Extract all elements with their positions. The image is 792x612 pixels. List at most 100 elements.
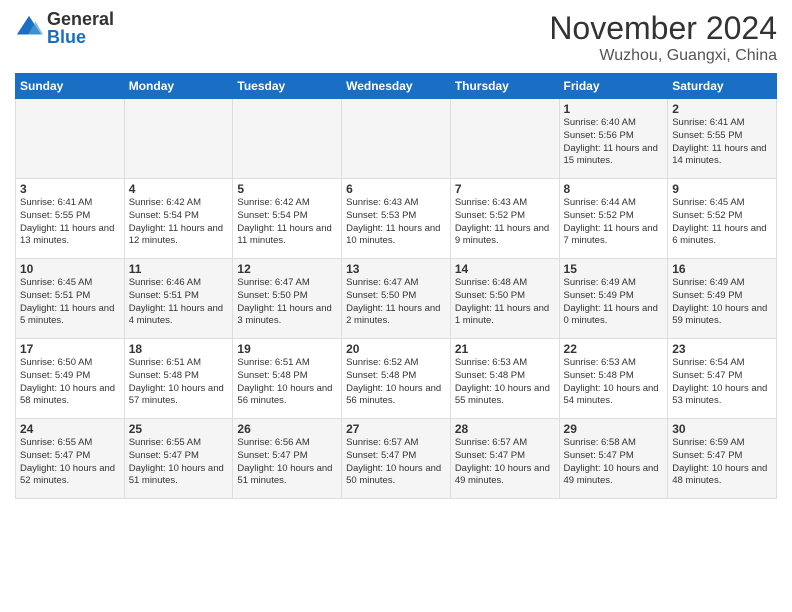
day-number: 26 <box>237 422 337 436</box>
week-row-1: 1Sunrise: 6:40 AM Sunset: 5:56 PM Daylig… <box>16 99 777 179</box>
calendar-cell: 27Sunrise: 6:57 AM Sunset: 5:47 PM Dayli… <box>342 419 451 499</box>
day-info: Sunrise: 6:41 AM Sunset: 5:55 PM Dayligh… <box>672 117 772 168</box>
day-info: Sunrise: 6:49 AM Sunset: 5:49 PM Dayligh… <box>672 277 772 328</box>
day-info: Sunrise: 6:50 AM Sunset: 5:49 PM Dayligh… <box>20 357 120 408</box>
calendar-cell: 20Sunrise: 6:52 AM Sunset: 5:48 PM Dayli… <box>342 339 451 419</box>
day-header-friday: Friday <box>559 74 668 99</box>
day-info: Sunrise: 6:59 AM Sunset: 5:47 PM Dayligh… <box>672 437 772 488</box>
day-info: Sunrise: 6:42 AM Sunset: 5:54 PM Dayligh… <box>129 197 229 248</box>
calendar-cell: 8Sunrise: 6:44 AM Sunset: 5:52 PM Daylig… <box>559 179 668 259</box>
day-number: 4 <box>129 182 229 196</box>
week-row-5: 24Sunrise: 6:55 AM Sunset: 5:47 PM Dayli… <box>16 419 777 499</box>
day-info: Sunrise: 6:47 AM Sunset: 5:50 PM Dayligh… <box>237 277 337 328</box>
calendar-cell: 25Sunrise: 6:55 AM Sunset: 5:47 PM Dayli… <box>124 419 233 499</box>
day-info: Sunrise: 6:55 AM Sunset: 5:47 PM Dayligh… <box>20 437 120 488</box>
day-number: 15 <box>564 262 664 276</box>
calendar-cell: 30Sunrise: 6:59 AM Sunset: 5:47 PM Dayli… <box>668 419 777 499</box>
calendar-cell: 13Sunrise: 6:47 AM Sunset: 5:50 PM Dayli… <box>342 259 451 339</box>
calendar-cell: 9Sunrise: 6:45 AM Sunset: 5:52 PM Daylig… <box>668 179 777 259</box>
title-block: November 2024 Wuzhou, Guangxi, China <box>549 10 777 65</box>
calendar-cell <box>450 99 559 179</box>
day-number: 24 <box>20 422 120 436</box>
day-number: 30 <box>672 422 772 436</box>
calendar-cell: 15Sunrise: 6:49 AM Sunset: 5:49 PM Dayli… <box>559 259 668 339</box>
day-info: Sunrise: 6:56 AM Sunset: 5:47 PM Dayligh… <box>237 437 337 488</box>
day-number: 14 <box>455 262 555 276</box>
calendar-cell: 29Sunrise: 6:58 AM Sunset: 5:47 PM Dayli… <box>559 419 668 499</box>
calendar-cell: 22Sunrise: 6:53 AM Sunset: 5:48 PM Dayli… <box>559 339 668 419</box>
logo-text: General Blue <box>47 10 114 46</box>
logo: General Blue <box>15 10 114 46</box>
day-info: Sunrise: 6:57 AM Sunset: 5:47 PM Dayligh… <box>346 437 446 488</box>
header: General Blue November 2024 Wuzhou, Guang… <box>15 10 777 65</box>
calendar-cell: 5Sunrise: 6:42 AM Sunset: 5:54 PM Daylig… <box>233 179 342 259</box>
day-number: 3 <box>20 182 120 196</box>
day-info: Sunrise: 6:58 AM Sunset: 5:47 PM Dayligh… <box>564 437 664 488</box>
day-number: 1 <box>564 102 664 116</box>
logo-icon <box>15 14 43 42</box>
day-number: 6 <box>346 182 446 196</box>
day-info: Sunrise: 6:53 AM Sunset: 5:48 PM Dayligh… <box>564 357 664 408</box>
calendar-cell: 4Sunrise: 6:42 AM Sunset: 5:54 PM Daylig… <box>124 179 233 259</box>
day-number: 19 <box>237 342 337 356</box>
day-info: Sunrise: 6:43 AM Sunset: 5:52 PM Dayligh… <box>455 197 555 248</box>
calendar-cell: 10Sunrise: 6:45 AM Sunset: 5:51 PM Dayli… <box>16 259 125 339</box>
day-header-tuesday: Tuesday <box>233 74 342 99</box>
day-header-monday: Monday <box>124 74 233 99</box>
day-info: Sunrise: 6:51 AM Sunset: 5:48 PM Dayligh… <box>237 357 337 408</box>
calendar-cell <box>233 99 342 179</box>
day-info: Sunrise: 6:45 AM Sunset: 5:52 PM Dayligh… <box>672 197 772 248</box>
day-number: 28 <box>455 422 555 436</box>
day-info: Sunrise: 6:54 AM Sunset: 5:47 PM Dayligh… <box>672 357 772 408</box>
day-info: Sunrise: 6:51 AM Sunset: 5:48 PM Dayligh… <box>129 357 229 408</box>
day-number: 21 <box>455 342 555 356</box>
day-number: 5 <box>237 182 337 196</box>
day-info: Sunrise: 6:48 AM Sunset: 5:50 PM Dayligh… <box>455 277 555 328</box>
day-number: 22 <box>564 342 664 356</box>
logo-general-text: General <box>47 10 114 28</box>
calendar-cell: 28Sunrise: 6:57 AM Sunset: 5:47 PM Dayli… <box>450 419 559 499</box>
day-number: 2 <box>672 102 772 116</box>
calendar-subtitle: Wuzhou, Guangxi, China <box>549 47 777 65</box>
day-number: 16 <box>672 262 772 276</box>
calendar-cell: 12Sunrise: 6:47 AM Sunset: 5:50 PM Dayli… <box>233 259 342 339</box>
calendar-cell: 11Sunrise: 6:46 AM Sunset: 5:51 PM Dayli… <box>124 259 233 339</box>
day-header-thursday: Thursday <box>450 74 559 99</box>
calendar-cell: 3Sunrise: 6:41 AM Sunset: 5:55 PM Daylig… <box>16 179 125 259</box>
calendar-cell: 1Sunrise: 6:40 AM Sunset: 5:56 PM Daylig… <box>559 99 668 179</box>
day-info: Sunrise: 6:42 AM Sunset: 5:54 PM Dayligh… <box>237 197 337 248</box>
day-info: Sunrise: 6:45 AM Sunset: 5:51 PM Dayligh… <box>20 277 120 328</box>
day-number: 10 <box>20 262 120 276</box>
day-info: Sunrise: 6:47 AM Sunset: 5:50 PM Dayligh… <box>346 277 446 328</box>
day-number: 17 <box>20 342 120 356</box>
calendar-cell <box>342 99 451 179</box>
day-info: Sunrise: 6:57 AM Sunset: 5:47 PM Dayligh… <box>455 437 555 488</box>
day-number: 29 <box>564 422 664 436</box>
day-info: Sunrise: 6:44 AM Sunset: 5:52 PM Dayligh… <box>564 197 664 248</box>
calendar-cell: 14Sunrise: 6:48 AM Sunset: 5:50 PM Dayli… <box>450 259 559 339</box>
calendar-header: SundayMondayTuesdayWednesdayThursdayFrid… <box>16 74 777 99</box>
day-info: Sunrise: 6:46 AM Sunset: 5:51 PM Dayligh… <box>129 277 229 328</box>
day-number: 7 <box>455 182 555 196</box>
day-header-wednesday: Wednesday <box>342 74 451 99</box>
day-number: 9 <box>672 182 772 196</box>
day-info: Sunrise: 6:55 AM Sunset: 5:47 PM Dayligh… <box>129 437 229 488</box>
week-row-2: 3Sunrise: 6:41 AM Sunset: 5:55 PM Daylig… <box>16 179 777 259</box>
week-row-3: 10Sunrise: 6:45 AM Sunset: 5:51 PM Dayli… <box>16 259 777 339</box>
calendar-cell: 19Sunrise: 6:51 AM Sunset: 5:48 PM Dayli… <box>233 339 342 419</box>
calendar-cell: 2Sunrise: 6:41 AM Sunset: 5:55 PM Daylig… <box>668 99 777 179</box>
calendar-title: November 2024 <box>549 10 777 47</box>
day-info: Sunrise: 6:40 AM Sunset: 5:56 PM Dayligh… <box>564 117 664 168</box>
day-number: 8 <box>564 182 664 196</box>
header-row: SundayMondayTuesdayWednesdayThursdayFrid… <box>16 74 777 99</box>
calendar-cell: 21Sunrise: 6:53 AM Sunset: 5:48 PM Dayli… <box>450 339 559 419</box>
day-number: 20 <box>346 342 446 356</box>
day-header-sunday: Sunday <box>16 74 125 99</box>
calendar-cell <box>124 99 233 179</box>
day-info: Sunrise: 6:52 AM Sunset: 5:48 PM Dayligh… <box>346 357 446 408</box>
calendar-cell: 17Sunrise: 6:50 AM Sunset: 5:49 PM Dayli… <box>16 339 125 419</box>
day-info: Sunrise: 6:53 AM Sunset: 5:48 PM Dayligh… <box>455 357 555 408</box>
logo-blue-text: Blue <box>47 28 114 46</box>
day-number: 11 <box>129 262 229 276</box>
day-header-saturday: Saturday <box>668 74 777 99</box>
